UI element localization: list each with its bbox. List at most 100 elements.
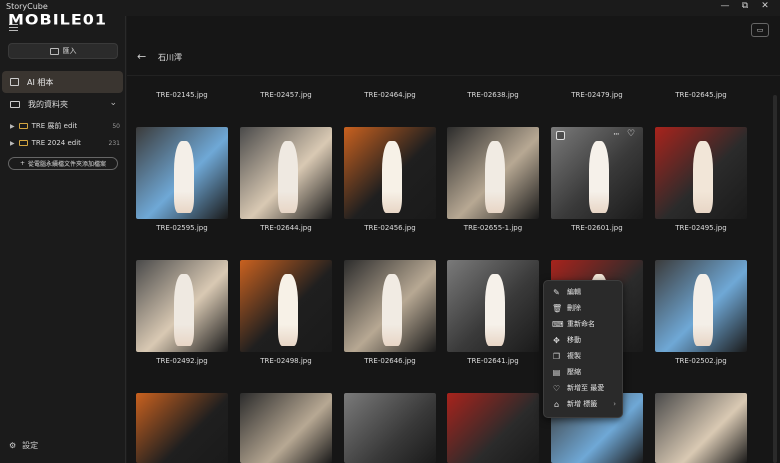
context-menu-item[interactable]: ♡ 新增至 最愛 — [544, 380, 624, 396]
menu-item-icon: ▤ — [552, 367, 561, 377]
logo: MOBILE01 — [8, 10, 108, 29]
folder-item[interactable]: ▶ TRE 2024 edit 231 — [10, 136, 120, 150]
menu-item-label: 重新命名 — [567, 320, 595, 328]
file-name: TRE-02644.jpg — [260, 224, 312, 232]
expand-icon[interactable]: ▶ — [10, 123, 15, 130]
menu-item-label: 移動 — [567, 336, 581, 344]
photo-thumbnail[interactable] — [447, 127, 539, 219]
photo-subject — [278, 274, 298, 346]
context-menu-item[interactable]: ❐ 複製 — [544, 348, 624, 364]
folder-item[interactable]: ▶ TRE 展前 edit 50 — [10, 119, 120, 133]
app-title: StoryCube — [6, 2, 48, 11]
file-name: TRE-02595.jpg — [156, 224, 208, 232]
photo-thumbnail[interactable] — [136, 260, 228, 352]
folder-count: 231 — [108, 139, 120, 147]
context-menu-item[interactable]: 🗑 刪除 — [544, 300, 624, 316]
import-label: 匯入 — [62, 47, 77, 55]
menu-item-label: 壓縮 — [567, 368, 581, 376]
file-name: TRE-02495.jpg — [675, 224, 727, 232]
title-bar: StoryCube — ⧉ ✕ — [0, 0, 780, 16]
folder-name: TRE 展前 edit — [31, 122, 78, 130]
context-menu-item[interactable]: ✎ 編輯 — [544, 284, 624, 300]
file-name: TRE-02479.jpg — [571, 91, 623, 99]
sidebar-item-my-folders[interactable]: 我的資料夾 ⌄ — [2, 95, 123, 113]
sidebar: 匯入 AI 相本 我的資料夾 ⌄ ▶ TRE 展前 edit 50 ▶ TRE … — [0, 16, 126, 463]
menu-item-icon: ⌨ — [552, 319, 564, 329]
slideshow-button[interactable]: ▭ — [751, 23, 769, 37]
photo-thumbnail[interactable] — [551, 127, 643, 219]
photo-subject — [382, 274, 402, 346]
context-menu-item[interactable]: ✥ 移動 — [544, 332, 624, 348]
import-button[interactable]: 匯入 — [8, 43, 118, 59]
add-folder-button[interactable]: + 從電腦永續檔文件夾添加檔案 — [8, 157, 118, 170]
context-menu-item[interactable]: ⌂ 新增 標籤 › — [544, 396, 624, 412]
photo-thumbnail[interactable] — [240, 393, 332, 463]
plus-icon: + — [19, 160, 25, 167]
menu-item-icon: 🗑 — [552, 303, 563, 313]
photo-thumbnail[interactable] — [344, 260, 436, 352]
submenu-arrow-icon: › — [613, 400, 616, 408]
photo-thumbnail[interactable] — [136, 127, 228, 219]
photo-thumbnail[interactable] — [344, 127, 436, 219]
photo-subject — [382, 141, 402, 213]
file-name: TRE-02641.jpg — [467, 357, 519, 365]
image-icon — [49, 47, 59, 55]
photo-subject — [693, 141, 713, 213]
file-name: TRE-02457.jpg — [260, 91, 312, 99]
folder-icon — [10, 100, 20, 108]
more-options-icon[interactable]: ··· — [613, 130, 620, 140]
folder-icon — [18, 140, 28, 146]
menu-item-label: 新增 標籤 — [567, 400, 598, 408]
photo-thumbnail[interactable] — [655, 127, 747, 219]
minimize-button[interactable]: — — [718, 1, 732, 11]
folder-header: ← 石川澪 — [127, 44, 780, 76]
context-menu: ✎ 編輯 🗑 刪除 ⌨ 重新命名 ✥ 移動 ❐ 複製 ▤ 壓縮 ♡ 新增至 最愛 ⌂ 新增 標籤 › — [543, 280, 623, 418]
file-name: TRE-02492.jpg — [156, 357, 208, 365]
menu-item-icon: ♡ — [552, 383, 561, 393]
photo-thumbnail[interactable] — [655, 393, 747, 463]
photo-thumbnail[interactable] — [447, 393, 539, 463]
photo-thumbnail[interactable] — [344, 393, 436, 463]
file-name: TRE-02464.jpg — [364, 91, 416, 99]
album-icon — [10, 78, 19, 86]
photo-subject — [174, 274, 194, 346]
photo-thumbnail[interactable] — [240, 260, 332, 352]
page-title: 石川澪 — [158, 53, 182, 62]
photo-thumbnail[interactable] — [240, 127, 332, 219]
menu-item-icon: ⌂ — [553, 399, 560, 409]
scrollbar[interactable] — [773, 95, 777, 463]
menu-item-icon: ❐ — [552, 351, 561, 361]
menu-item-label: 刪除 — [567, 304, 581, 312]
select-checkbox[interactable] — [556, 131, 565, 140]
photo-thumbnail[interactable] — [447, 260, 539, 352]
file-name: TRE-02646.jpg — [364, 357, 416, 365]
photo-subject — [174, 141, 194, 213]
settings-button[interactable]: ⚙ 設定 — [9, 440, 38, 451]
menu-item-icon: ✥ — [553, 335, 560, 345]
sidebar-item-ai-album[interactable]: AI 相本 — [2, 71, 123, 93]
add-folder-label: 從電腦永續檔文件夾添加檔案 — [28, 161, 107, 168]
context-menu-item[interactable]: ▤ 壓縮 — [544, 364, 624, 380]
maximize-button[interactable]: ⧉ — [738, 1, 752, 11]
folder-count: 50 — [112, 122, 120, 130]
favorite-heart-icon[interactable]: ♡ — [627, 129, 635, 139]
context-menu-item[interactable]: ⌨ 重新命名 — [544, 316, 624, 332]
folder-name: TRE 2024 edit — [31, 139, 81, 147]
settings-label: 設定 — [22, 441, 39, 450]
menu-item-icon: ✎ — [553, 287, 560, 297]
file-name: TRE-02655-1.jpg — [463, 224, 523, 232]
menu-item-label: 編輯 — [567, 288, 581, 296]
expand-icon[interactable]: ▶ — [10, 140, 15, 147]
file-name: TRE-02645.jpg — [675, 91, 727, 99]
photo-subject — [693, 274, 713, 346]
photo-subject — [589, 141, 609, 213]
menu-item-label: 複製 — [567, 352, 581, 360]
gear-icon: ⚙ — [9, 441, 17, 450]
close-button[interactable]: ✕ — [758, 1, 772, 11]
photo-thumbnail[interactable] — [136, 393, 228, 463]
file-name: TRE-02456.jpg — [364, 224, 416, 232]
photo-thumbnail[interactable] — [655, 260, 747, 352]
back-arrow-icon[interactable]: ← — [137, 50, 146, 63]
chevron-down-icon[interactable]: ⌄ — [109, 98, 117, 108]
file-name: TRE-02498.jpg — [260, 357, 312, 365]
